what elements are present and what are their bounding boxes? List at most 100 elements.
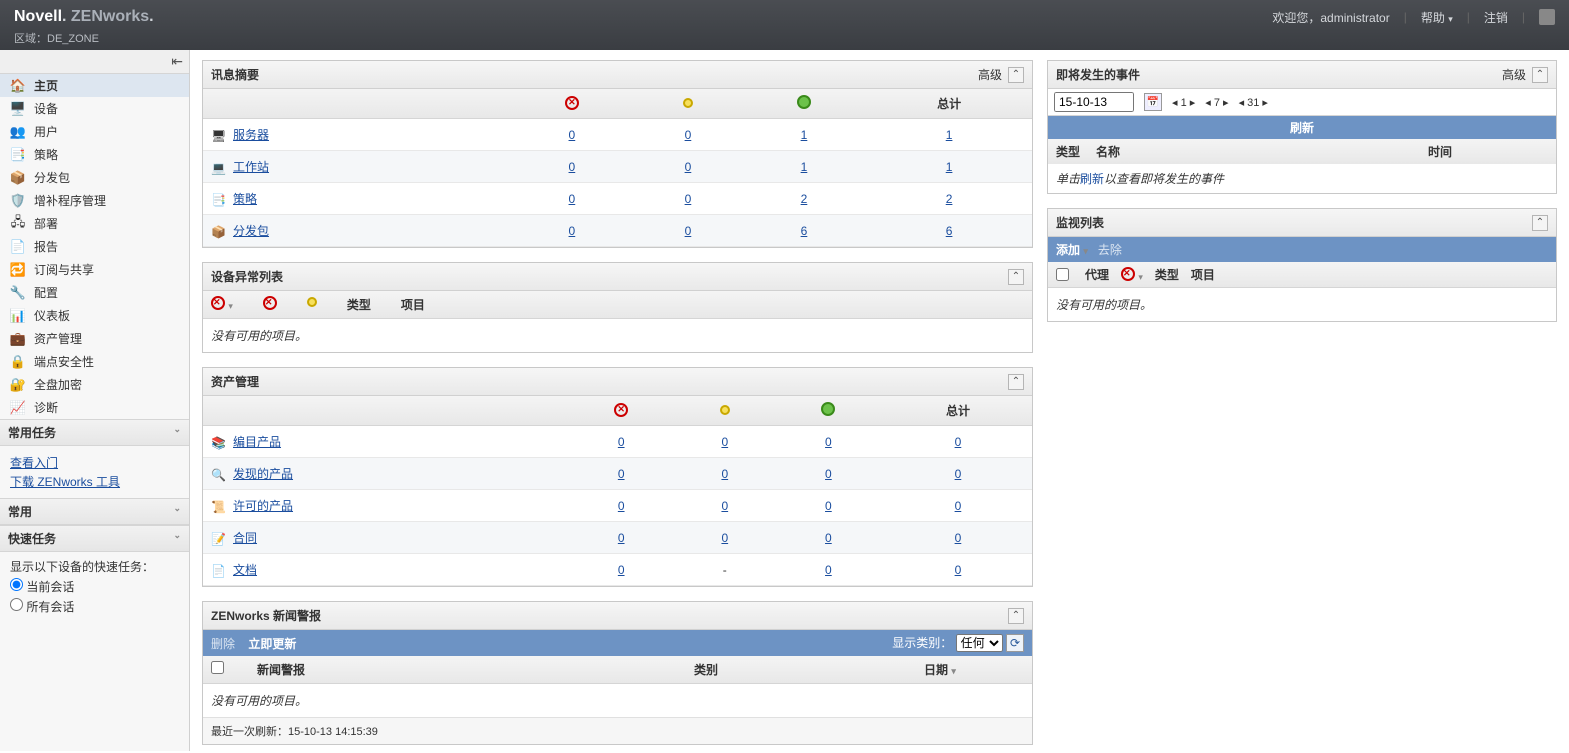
count-link[interactable]: 0 <box>618 563 625 577</box>
count-link[interactable]: 0 <box>721 435 728 449</box>
count-link[interactable]: 1 <box>801 160 808 174</box>
row-link[interactable]: 许可的产品 <box>233 499 293 513</box>
count-link[interactable]: 6 <box>801 224 808 238</box>
count-link[interactable]: 2 <box>946 192 953 206</box>
nav-label: 策略 <box>34 146 58 163</box>
delete-button[interactable]: 删除 <box>211 637 235 651</box>
count-link[interactable]: 0 <box>618 499 625 513</box>
count-link[interactable]: 0 <box>955 435 962 449</box>
count-link[interactable]: 1 <box>801 128 808 142</box>
collapse-icon[interactable]: ⌃ <box>1008 608 1024 624</box>
refresh-link[interactable]: 刷新 <box>1080 172 1104 186</box>
warning-icon <box>718 402 732 416</box>
update-now-button[interactable]: 立即更新 <box>248 637 296 651</box>
nav-item-7[interactable]: 📄报告 <box>0 235 189 258</box>
count-link[interactable]: 0 <box>955 499 962 513</box>
count-link[interactable]: 0 <box>685 224 692 238</box>
nav-item-0[interactable]: 🏠主页 <box>0 74 189 97</box>
count-link[interactable]: 0 <box>685 192 692 206</box>
show-category-label: 显示类别： <box>892 636 952 650</box>
nav-item-12[interactable]: 🔒端点安全性 <box>0 350 189 373</box>
date-input[interactable] <box>1054 92 1134 112</box>
help-link[interactable]: 帮助 ▾ <box>1421 9 1453 26</box>
getting-started-link[interactable]: 查看入门 <box>10 454 179 471</box>
row-link[interactable]: 编目产品 <box>233 435 281 449</box>
row-icon: 📚 <box>211 436 227 450</box>
count-link[interactable]: 0 <box>569 192 576 206</box>
session-current-radio[interactable]: 当前会话 <box>10 578 179 595</box>
remove-button[interactable]: 去除 <box>1098 241 1122 258</box>
row-link[interactable]: 发现的产品 <box>233 467 293 481</box>
sidebar-collapse-icon[interactable]: ⇤ <box>171 53 183 69</box>
nav-item-6[interactable]: 🖧部署 <box>0 212 189 235</box>
nav-item-3[interactable]: 📑策略 <box>0 143 189 166</box>
count-link[interactable]: 0 <box>569 160 576 174</box>
count-link[interactable]: 0 <box>955 467 962 481</box>
category-select[interactable]: 任何 <box>956 634 1003 652</box>
count-link[interactable]: 0 <box>685 160 692 174</box>
advanced-link[interactable]: 高级 <box>978 66 1002 83</box>
count-link[interactable]: 6 <box>946 224 953 238</box>
count-link[interactable]: 0 <box>825 531 832 545</box>
count-link[interactable]: 1 <box>946 160 953 174</box>
pager-1[interactable]: ◂ 1 ▸ <box>1172 96 1195 109</box>
count-link[interactable]: 0 <box>825 435 832 449</box>
nav-item-4[interactable]: 📦分发包 <box>0 166 189 189</box>
count-link[interactable]: 0 <box>955 563 962 577</box>
nav-item-2[interactable]: 👥用户 <box>0 120 189 143</box>
pager-31[interactable]: ◂ 31 ▸ <box>1239 96 1268 109</box>
count-link[interactable]: 0 <box>618 467 625 481</box>
nav-item-13[interactable]: 🔐全盘加密 <box>0 373 189 396</box>
table-row: 💻工作站0011 <box>203 151 1032 183</box>
row-link[interactable]: 服务器 <box>233 128 269 142</box>
count-link[interactable]: 0 <box>569 128 576 142</box>
refresh-button[interactable]: 刷新 <box>1048 116 1556 139</box>
pager-7[interactable]: ◂ 7 ▸ <box>1205 96 1228 109</box>
count-link[interactable]: 0 <box>618 531 625 545</box>
panel-title: 即将发生的事件 <box>1056 66 1140 83</box>
count-link[interactable]: 0 <box>618 435 625 449</box>
row-icon: 📝 <box>211 532 227 546</box>
row-link[interactable]: 合同 <box>233 531 257 545</box>
count-link[interactable]: 2 <box>801 192 808 206</box>
count-link[interactable]: 0 <box>685 128 692 142</box>
nav-item-14[interactable]: 📈诊断 <box>0 396 189 419</box>
row-icon: 📜 <box>211 500 227 514</box>
count-link[interactable]: 0 <box>825 499 832 513</box>
download-tools-link[interactable]: 下载 ZENworks 工具 <box>10 473 179 490</box>
collapse-icon[interactable]: ⌃ <box>1008 67 1024 83</box>
session-all-radio[interactable]: 所有会话 <box>10 598 179 615</box>
count-link[interactable]: 0 <box>825 563 832 577</box>
row-link[interactable]: 分发包 <box>233 224 269 238</box>
reload-icon[interactable]: ⟳ <box>1006 634 1024 652</box>
count-link[interactable]: 0 <box>721 467 728 481</box>
count-link[interactable]: 0 <box>825 467 832 481</box>
collapse-icon[interactable]: ⌃ <box>1008 269 1024 285</box>
count-link[interactable]: 0 <box>569 224 576 238</box>
collapse-icon[interactable]: ⌃ <box>1532 67 1548 83</box>
count-link[interactable]: 0 <box>721 531 728 545</box>
count-link[interactable]: 0 <box>721 499 728 513</box>
nav-item-1[interactable]: 🖥️设备 <box>0 97 189 120</box>
collapse-icon[interactable]: ⌃ <box>1008 374 1024 390</box>
nav-item-11[interactable]: 💼资产管理 <box>0 327 189 350</box>
advanced-link[interactable]: 高级 <box>1502 66 1526 83</box>
settings-icon[interactable] <box>1539 9 1555 25</box>
nav-item-5[interactable]: 🛡️增补程序管理 <box>0 189 189 212</box>
select-all-checkbox[interactable] <box>1056 268 1069 281</box>
count-link[interactable]: 0 <box>955 531 962 545</box>
count-link[interactable]: 1 <box>946 128 953 142</box>
row-link[interactable]: 策略 <box>233 192 257 206</box>
nav-label: 设备 <box>34 100 58 117</box>
nav-item-10[interactable]: 📊仪表板 <box>0 304 189 327</box>
logout-link[interactable]: 注销 <box>1484 9 1508 26</box>
select-all-checkbox[interactable] <box>211 661 224 674</box>
row-link[interactable]: 工作站 <box>233 160 269 174</box>
nav-item-9[interactable]: 🔧配置 <box>0 281 189 304</box>
critical-icon <box>565 96 579 110</box>
add-button[interactable]: 添加 ▾ <box>1056 241 1088 258</box>
row-link[interactable]: 文档 <box>233 563 257 577</box>
collapse-icon[interactable]: ⌃ <box>1532 215 1548 231</box>
calendar-icon[interactable]: 📅 <box>1144 93 1162 111</box>
nav-item-8[interactable]: 🔁订阅与共享 <box>0 258 189 281</box>
